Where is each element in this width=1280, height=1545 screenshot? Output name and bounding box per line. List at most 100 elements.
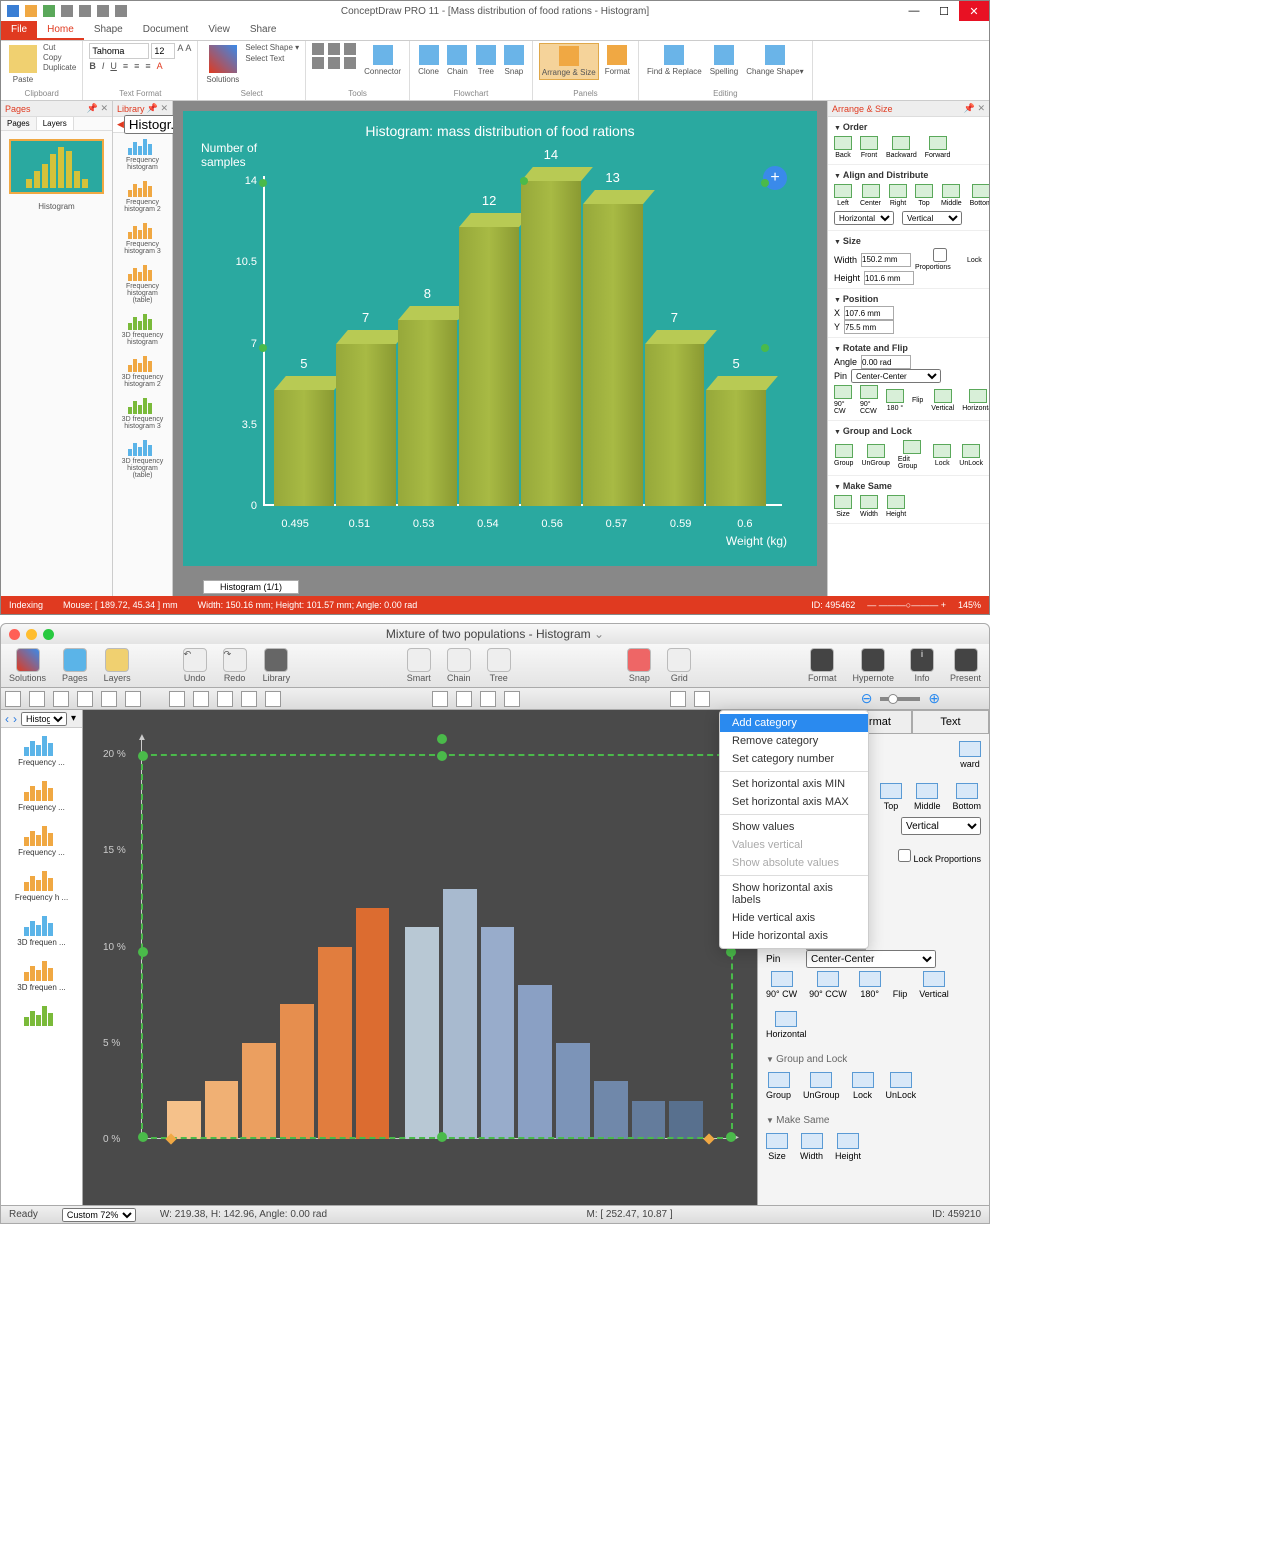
snap-button[interactable]: Snap [627,648,651,683]
align-middle[interactable]: Middle [914,783,941,811]
lock-prop[interactable] [915,248,965,262]
tab-view[interactable]: View [198,21,240,40]
snap-button[interactable]: Snap [502,43,526,78]
lib-back[interactable]: ‹ [5,712,9,726]
rect-tool-icon[interactable] [312,57,324,69]
select-shape-button[interactable]: Select Shape ▾ [245,43,299,52]
solutions-button[interactable]: Solutions [204,43,241,86]
menu-hide-vaxis[interactable]: Hide vertical axis [720,909,868,927]
selection-handle[interactable] [437,751,447,761]
flip-h[interactable]: Horizontal [962,389,989,412]
rotate-ccw[interactable]: 90° CCW [809,971,847,999]
forward-button[interactable]: ward [959,741,981,769]
x-input[interactable] [844,306,894,320]
rotate-header[interactable]: Rotate and Flip [834,341,983,355]
save-icon[interactable] [7,5,19,17]
align-right[interactable]: Right [889,184,907,207]
front-button[interactable]: Front [860,136,878,159]
rotate-cw[interactable]: 90° CW [834,385,852,415]
chart-bar[interactable]: 7 [336,344,396,507]
align-top[interactable]: Top [880,783,902,811]
flip-v[interactable]: Vertical [919,971,949,999]
lib-selector[interactable]: Histog... [21,712,67,726]
library-item[interactable]: 3D frequency histogram (table) [113,434,172,483]
pages-subtab[interactable]: Pages [1,117,37,130]
solutions-button[interactable]: Solutions [9,648,46,683]
crop-tool-icon[interactable] [265,691,281,707]
back-button[interactable]: Back [834,136,852,159]
menu-add-category[interactable]: Add category [720,714,868,732]
chart-bar[interactable]: 5 [274,390,334,506]
menu-hide-haxis[interactable]: Hide horizontal axis [720,927,868,945]
change-shape-button[interactable]: Change Shape▾ [744,43,805,78]
menu-remove-category[interactable]: Remove category [720,732,868,750]
zoom-out-icon[interactable]: ⊖ [861,690,873,707]
format-panel-toggle[interactable]: Format [603,43,632,78]
menu-set-min[interactable]: Set horizontal axis MIN [720,775,868,793]
chart-bar[interactable]: 14 [521,181,581,506]
editgroup-button[interactable]: Edit Group [898,440,925,470]
zoom-button[interactable] [43,629,54,640]
group-button[interactable]: Group [834,444,853,467]
align-right-icon[interactable]: ≡ [145,61,150,71]
group-header[interactable]: Group and Lock [834,424,983,438]
lock-button[interactable]: Lock [852,1072,874,1100]
selection-handle[interactable] [761,179,769,187]
paste-button[interactable]: Paste [7,43,39,86]
chain-button[interactable]: Chain [445,43,470,78]
shrink-font-icon[interactable]: A [185,43,191,59]
same-height[interactable]: Height [886,495,906,518]
library-item[interactable]: Frequency histogram 2 [113,175,172,217]
minimize-button[interactable]: — [899,1,929,21]
redo-icon[interactable] [43,5,55,17]
order-header[interactable]: Order [834,120,983,134]
group-button[interactable]: Group [766,1072,791,1100]
chart-bar[interactable]: 8 [398,320,458,506]
library-item[interactable]: Frequency ... [1,818,82,863]
distribute-horiz[interactable]: Horizontal [834,211,894,225]
lock-button[interactable]: Lock [933,444,951,467]
canvas[interactable]: Histogram: mass distribution of food rat… [173,101,827,596]
menu-set-max[interactable]: Set horizontal axis MAX [720,793,868,811]
library-item[interactable]: 3D frequency histogram 2 [113,350,172,392]
align-left[interactable]: Left [834,184,852,207]
library-item[interactable]: Frequency ... [1,728,82,773]
width-input[interactable] [861,253,911,267]
align-icon[interactable] [432,691,448,707]
chart-histogram[interactable]: Histogram: mass distribution of food rat… [183,111,817,566]
zoom-select[interactable]: Custom 72% [62,1208,136,1222]
library-item[interactable]: 3D frequency histogram [113,308,172,350]
layers-subtab[interactable]: Layers [37,117,74,130]
tab-share[interactable]: Share [240,21,287,40]
line-tool-icon[interactable] [312,43,324,55]
zoom-slider[interactable] [880,697,920,701]
info-button[interactable]: iInfo [910,648,934,683]
align-middle[interactable]: Middle [941,184,962,207]
pointer-tool-icon[interactable] [5,691,21,707]
qat-icon[interactable] [97,5,109,17]
qat-icon[interactable] [115,5,127,17]
chart-bar[interactable]: 7 [645,344,705,507]
library-item[interactable]: Frequency histogram 3 [113,217,172,259]
chain-button[interactable]: Chain [447,648,471,683]
close-button[interactable]: ✕ [959,1,989,21]
align-center[interactable]: Center [860,184,881,207]
rotation-handle[interactable] [437,734,447,744]
lib-menu-icon[interactable]: ▾ [71,713,76,724]
brush-tool-icon[interactable] [217,691,233,707]
ungroup-button[interactable]: UnGroup [803,1072,840,1100]
flip-v[interactable]: Vertical [931,389,954,412]
library-item[interactable]: 3D frequen ... [1,908,82,953]
y-input[interactable] [844,320,894,334]
pages-button[interactable]: Pages [62,648,88,683]
undo-button[interactable]: ↶Undo [183,648,207,683]
library-item[interactable]: 3D frequen ... [1,953,82,998]
selection-handle[interactable] [520,177,528,185]
chart-histogram[interactable]: ▲ ▶ 0 %5 %10 %15 %20 % [97,724,743,1175]
same-width[interactable]: Width [860,495,878,518]
line-tool-icon[interactable] [125,691,141,707]
ungroup-button[interactable]: UnGroup [861,444,889,467]
distribute-vert[interactable]: Vertical [901,817,981,835]
same-header[interactable]: Make Same [766,1111,981,1130]
align-bottom[interactable]: Bottom [970,184,989,207]
